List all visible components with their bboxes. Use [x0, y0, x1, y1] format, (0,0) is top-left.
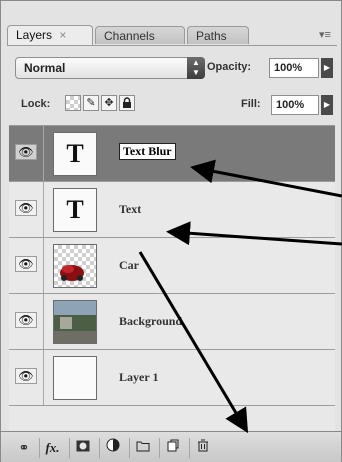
fill-arrow-icon[interactable]: ▶ [321, 95, 333, 115]
layer-name[interactable]: Text [119, 202, 141, 217]
lock-label: Lock: [21, 98, 51, 110]
fill-value: 100% [276, 99, 305, 111]
visibility-eye-icon[interactable]: 👁 [15, 312, 37, 328]
lock-image-icon[interactable]: ✎ [83, 95, 99, 111]
tab-channels[interactable]: Channels [95, 26, 185, 44]
opacity-label: Opacity: [207, 61, 252, 73]
visibility-eye-icon[interactable]: 👁 [15, 368, 37, 384]
select-arrows-icon: ▲ ▼ [187, 57, 205, 79]
layer-thumbnail: T [53, 132, 97, 176]
trash-icon[interactable] [189, 438, 215, 458]
row-divider [43, 350, 44, 405]
row-divider [43, 238, 44, 293]
layer-row-car[interactable]: 👁 Car [9, 238, 335, 294]
layer-row-background[interactable]: 👁 Background [9, 294, 335, 350]
lock-position-icon[interactable]: ✥ [101, 95, 117, 111]
fx-icon[interactable]: fx. [39, 438, 65, 458]
layer-name[interactable]: Background [119, 314, 182, 329]
new-group-icon[interactable] [129, 438, 155, 458]
tab-bar: Layers × Channels Paths [7, 23, 337, 46]
layer-thumbnail [53, 244, 97, 288]
opacity-value: 100% [274, 62, 303, 74]
link-layers-icon[interactable]: ⚭ [11, 438, 37, 458]
adjustment-layer-icon[interactable] [99, 438, 125, 458]
row-divider [43, 126, 44, 181]
visibility-eye-icon[interactable]: 👁 [15, 256, 37, 272]
layer-row-layer-1[interactable]: 👁 Layer 1 [9, 350, 335, 406]
opacity-input[interactable]: 100% [269, 58, 319, 78]
background-thumbnail-image [54, 301, 96, 343]
layer-name[interactable]: Text Blur [119, 143, 176, 160]
fill-label: Fill: [241, 98, 261, 110]
lock-all-icon[interactable] [119, 95, 135, 111]
tab-layers[interactable]: Layers × [7, 25, 93, 45]
row-divider [43, 294, 44, 349]
row-divider [43, 182, 44, 237]
fx-label: fx. [45, 440, 60, 455]
layer-thumbnail: T [53, 188, 97, 232]
car-thumbnail-image [60, 265, 84, 281]
visibility-eye-icon[interactable]: 👁 [15, 200, 37, 216]
add-mask-icon[interactable] [69, 438, 95, 458]
visibility-eye-icon[interactable]: 👁 [15, 144, 37, 160]
layer-thumbnail [53, 356, 97, 400]
text-layer-icon: T [66, 139, 84, 168]
blend-mode-select[interactable]: Normal ▲ ▼ [15, 57, 205, 79]
tab-layers-label: Layers [16, 28, 53, 42]
fill-input[interactable]: 100% [271, 95, 319, 115]
tab-close-icon[interactable]: × [59, 28, 66, 42]
layers-list: 👁 T Text Blur 👁 T Text 👁 Car 👁 Backgroun… [9, 125, 335, 432]
layers-bottom-bar: ⚭ fx. [1, 431, 341, 462]
new-layer-icon[interactable] [159, 438, 185, 458]
blend-mode-value: Normal [24, 61, 66, 75]
text-layer-icon: T [66, 195, 84, 224]
layers-panel: Layers × Channels Paths ▾≡ Normal ▲ ▼ Opa… [0, 0, 342, 462]
panel-menu-icon[interactable]: ▾≡ [317, 29, 333, 41]
layer-thumbnail [53, 300, 97, 344]
layer-row-text[interactable]: 👁 T Text [9, 182, 335, 238]
lock-transparency-icon[interactable] [65, 95, 81, 111]
layer-name[interactable]: Car [119, 258, 139, 273]
layer-name[interactable]: Layer 1 [119, 370, 158, 385]
tab-paths-label: Paths [196, 29, 227, 43]
tab-channels-label: Channels [104, 29, 155, 43]
layer-row-text-blur[interactable]: 👁 T Text Blur [9, 126, 335, 182]
tab-paths[interactable]: Paths [187, 26, 249, 44]
opacity-arrow-icon[interactable]: ▶ [321, 58, 333, 78]
